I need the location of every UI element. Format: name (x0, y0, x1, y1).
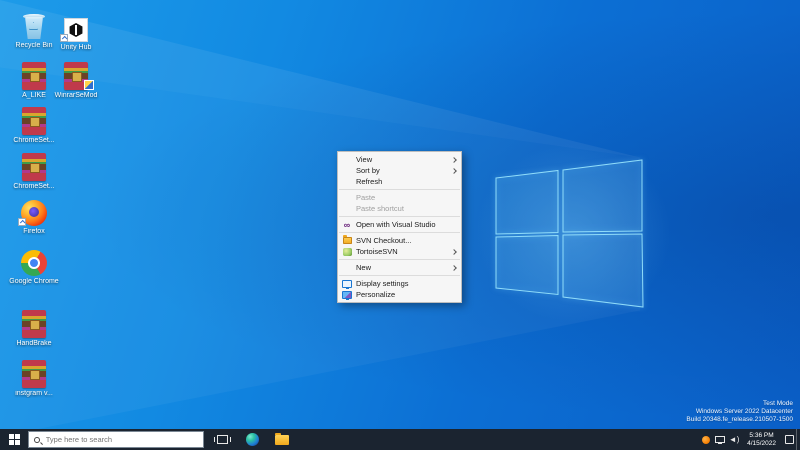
task-view-button[interactable] (210, 429, 234, 450)
menu-item-new[interactable]: New (338, 262, 461, 273)
winrar-archive-icon (2, 105, 66, 135)
taskbar: ◄) 5:36 PM 4/15/2022 (0, 429, 800, 450)
tray-app-icon (702, 436, 710, 444)
tray-app-button[interactable] (699, 429, 713, 450)
desktop-icon-firefox[interactable]: Firefox (2, 196, 66, 236)
action-center-icon (785, 435, 794, 444)
desktop-icon-google-chrome[interactable]: Google Chrome (2, 246, 66, 286)
menu-separator (339, 216, 460, 217)
personalize-icon (342, 291, 352, 299)
menu-separator (339, 189, 460, 190)
desktop-icon-unity-hub[interactable]: Unity Hub (44, 12, 108, 52)
windows-logo-icon (478, 148, 668, 318)
desktop-icon-handbrake[interactable]: HandBrake (2, 308, 66, 348)
file-explorer-icon (275, 435, 289, 445)
shortcut-arrow-icon (60, 34, 68, 42)
desktop-icon-label: Firefox (2, 228, 66, 236)
search-input[interactable] (44, 434, 198, 445)
edge-taskbar-button[interactable] (240, 429, 264, 450)
desktop-icon-label: Unity Hub (44, 44, 108, 52)
menu-item-open-with-visual-studio[interactable]: ∞ Open with Visual Studio (338, 219, 461, 230)
submenu-chevron-icon (451, 265, 457, 271)
shortcut-arrow-icon (18, 218, 26, 226)
setup-badge-icon (84, 80, 94, 90)
desktop-icon-label: WinrarSeMod (44, 92, 108, 100)
menu-item-sort-by[interactable]: Sort by (338, 165, 461, 176)
taskbar-search-box[interactable] (28, 431, 204, 448)
menu-separator (339, 275, 460, 276)
desktop-icon-label: Google Chrome (2, 278, 66, 286)
desktop-icon-chromeset-1[interactable]: ChromeSet... (2, 105, 66, 145)
menu-item-refresh[interactable]: Refresh (338, 176, 461, 187)
menu-item-personalize[interactable]: Personalize (338, 289, 461, 300)
watermark-line: Build 20348.fe_release.210507-1500 (686, 416, 793, 424)
svn-checkout-icon (343, 237, 352, 244)
submenu-chevron-icon (451, 157, 457, 163)
winrar-archive-icon (2, 151, 66, 181)
desktop-icon-label: ChromeSet... (2, 137, 66, 145)
winrar-archive-icon (2, 308, 66, 338)
volume-tray-button[interactable]: ◄) (727, 429, 741, 450)
visual-studio-icon: ∞ (344, 221, 350, 229)
submenu-chevron-icon (451, 249, 457, 255)
desktop-icon-label: ChromeSet... (2, 183, 66, 191)
context-menu: View Sort by Refresh Paste Paste shortcu… (337, 151, 462, 303)
windows-start-icon (9, 434, 20, 445)
system-tray: ◄) 5:36 PM 4/15/2022 (699, 429, 800, 450)
clock-time: 5:36 PM (747, 432, 776, 440)
menu-separator (339, 259, 460, 260)
network-tray-button[interactable] (713, 429, 727, 450)
winrar-archive-icon (2, 358, 66, 388)
tortoisesvn-icon (343, 248, 352, 256)
unity-hub-icon (44, 12, 108, 42)
menu-item-view[interactable]: View (338, 154, 461, 165)
firefox-icon (2, 196, 66, 226)
winrar-archive-icon (44, 60, 108, 90)
search-icon (34, 437, 40, 443)
chrome-icon (2, 246, 66, 276)
desktop[interactable]: Recycle Bin Unity Hub A_LIKE WinrarSeMod… (0, 0, 800, 450)
desktop-icon-instgram[interactable]: instgram v... (2, 358, 66, 398)
menu-item-tortoisesvn[interactable]: TortoiseSVN (338, 246, 461, 257)
menu-item-display-settings[interactable]: Display settings (338, 278, 461, 289)
file-explorer-taskbar-button[interactable] (270, 429, 294, 450)
show-desktop-button[interactable] (796, 429, 800, 450)
clock-date: 4/15/2022 (747, 440, 776, 448)
watermark-line: Test Mode (686, 400, 793, 408)
menu-separator (339, 232, 460, 233)
test-mode-watermark: Test Mode Windows Server 2022 Datacenter… (686, 400, 793, 424)
watermark-line: Windows Server 2022 Datacenter (686, 408, 793, 416)
network-icon (715, 436, 725, 443)
desktop-icon-label: HandBrake (2, 340, 66, 348)
task-view-icon (217, 435, 228, 444)
taskbar-clock[interactable]: 5:36 PM 4/15/2022 (741, 432, 782, 448)
action-center-button[interactable] (782, 429, 796, 450)
menu-item-svn-checkout[interactable]: SVN Checkout... (338, 235, 461, 246)
desktop-icon-label: instgram v... (2, 390, 66, 398)
volume-icon: ◄) (729, 436, 740, 444)
edge-icon (246, 433, 259, 446)
desktop-icon-winrarsemod[interactable]: WinrarSeMod (44, 60, 108, 100)
menu-item-paste[interactable]: Paste (338, 192, 461, 203)
submenu-chevron-icon (451, 168, 457, 174)
start-button[interactable] (0, 429, 28, 450)
desktop-icon-chromeset-2[interactable]: ChromeSet... (2, 151, 66, 191)
display-settings-icon (342, 280, 352, 288)
menu-item-paste-shortcut[interactable]: Paste shortcut (338, 203, 461, 214)
